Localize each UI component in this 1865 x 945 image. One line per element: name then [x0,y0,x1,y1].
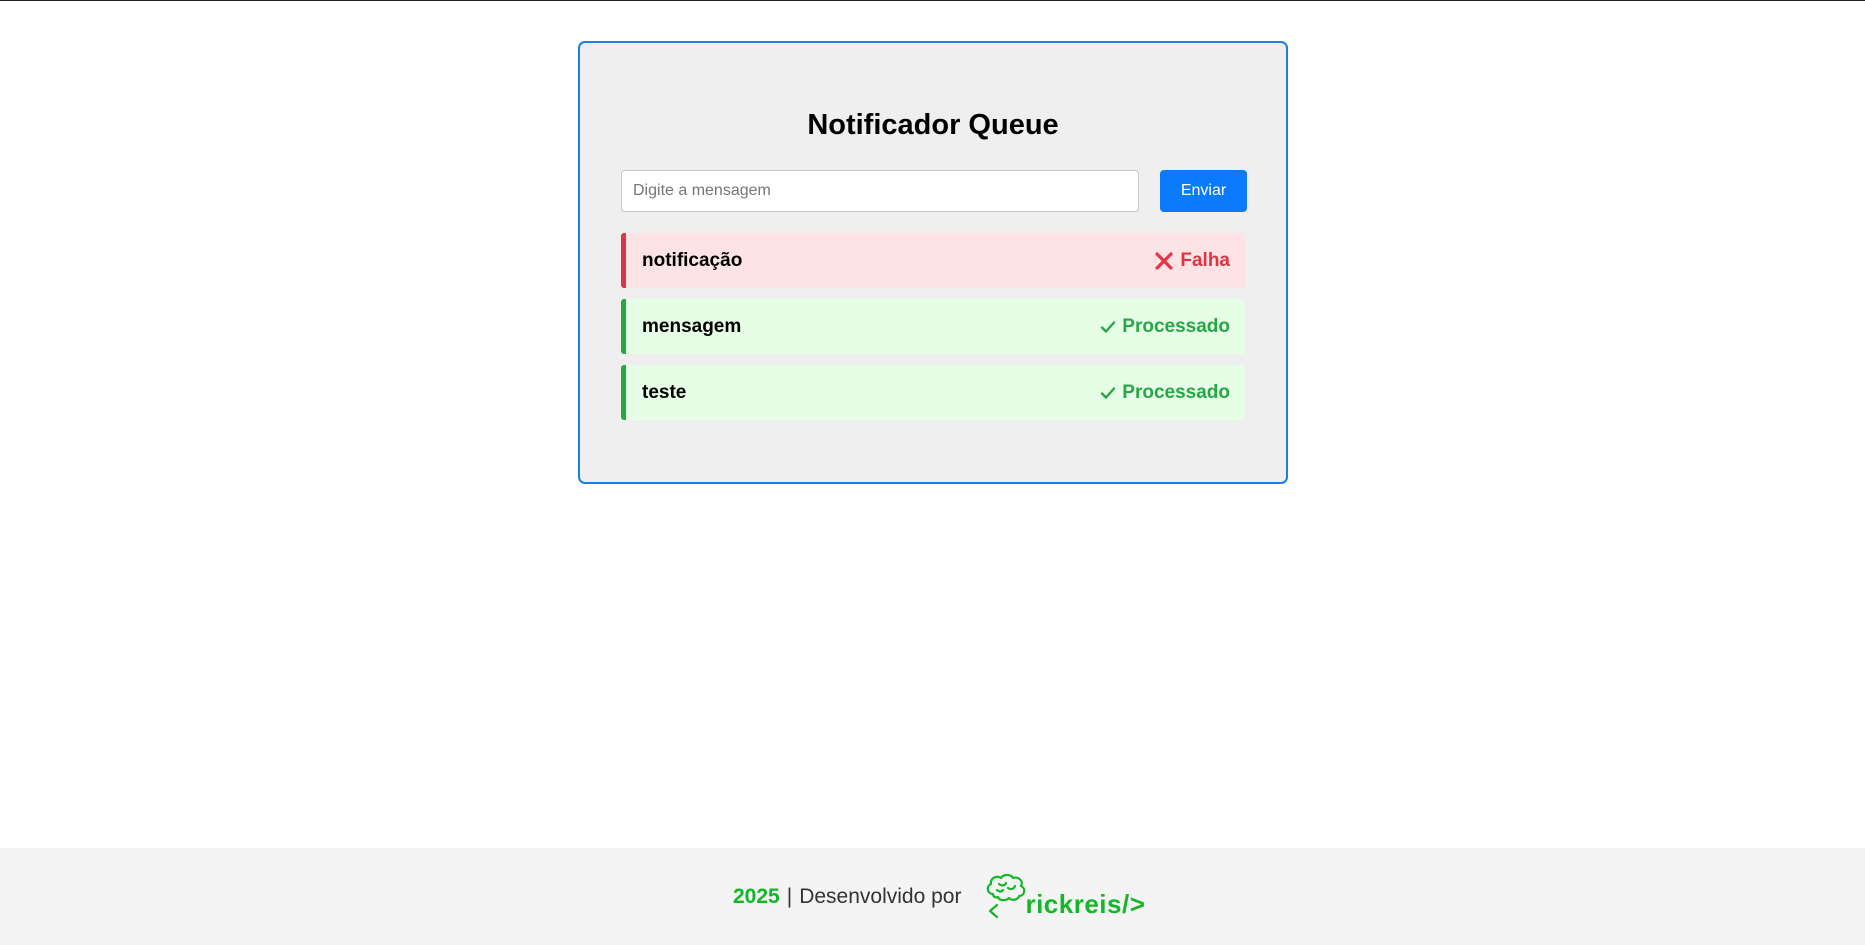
notification-text: mensagem [642,315,742,337]
footer-credit-text: Desenvolvido por [799,885,962,908]
check-icon [1100,385,1116,401]
notification-item: notificação Falha [621,233,1245,288]
footer: 2025 | Desenvolvido por rickreis/> [0,848,1865,945]
notification-status: Falha [1154,250,1230,272]
notification-item: mensagem Processado [621,299,1245,354]
notification-status: Processado [1100,316,1230,338]
notification-status: Processado [1100,382,1230,404]
x-icon [1154,251,1174,271]
notification-item: teste Processado [621,365,1245,420]
status-label: Processado [1122,381,1230,403]
footer-separator: | [786,885,793,908]
send-button[interactable]: Enviar [1160,170,1247,212]
status-label: Processado [1122,315,1230,337]
footer-year: 2025 [733,885,780,908]
notification-list: notificação Falha mensagem Processado te… [621,233,1245,431]
footer-credit: 2025 | Desenvolvido por rickreis/> [733,869,1145,925]
notifier-card: Notificador Queue Enviar notificação Fal… [578,41,1288,484]
brain-icon [987,873,1026,919]
check-icon [1100,319,1116,335]
logo-text: rickreis/> [1025,889,1146,919]
page-title: Notificador Queue [807,109,1059,141]
status-label: Falha [1180,249,1230,271]
message-input[interactable] [621,170,1139,212]
top-border [0,0,1865,1]
notification-text: teste [642,381,687,403]
rickreis-logo[interactable]: rickreis/> [983,872,1145,922]
notification-text: notificação [642,249,743,271]
